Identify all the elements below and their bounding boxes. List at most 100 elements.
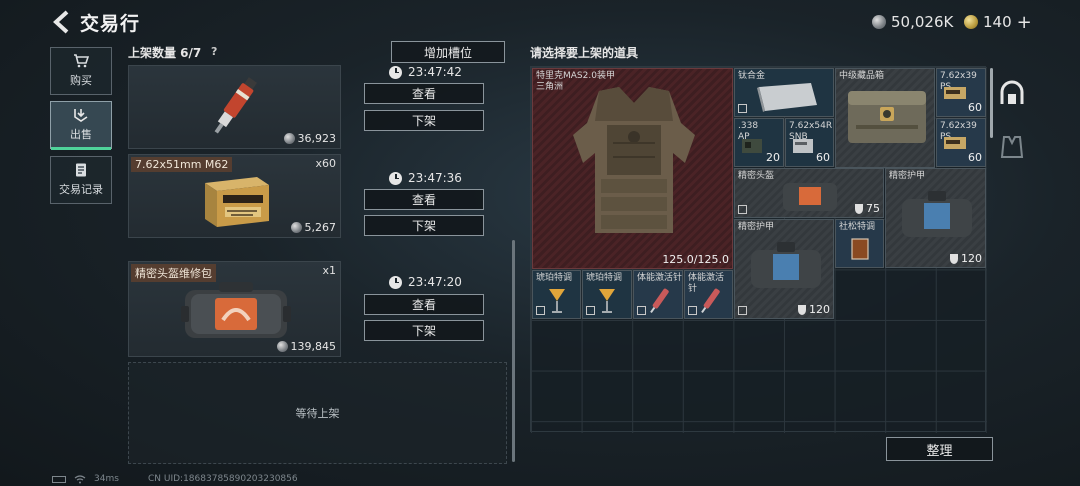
clock-icon (389, 275, 402, 289)
backpack-icon[interactable] (998, 80, 1026, 108)
durability: 75 (855, 202, 880, 215)
silver-currency-value: 50,026K (891, 13, 954, 31)
tag-icon (586, 306, 595, 315)
inventory-item-whisky[interactable]: 社松特调 (835, 219, 884, 268)
inventory-item-cocktail[interactable]: 琥珀特调 (582, 270, 632, 319)
item-label: 社松特调 (839, 222, 876, 232)
ping-value: 34ms (94, 474, 119, 484)
cocktail-icon (599, 289, 615, 313)
inventory-item-ammo-ps[interactable]: 7.62x39 PS 60 (936, 118, 986, 167)
listing-price: 139,845 (276, 340, 337, 353)
listing-quantity: x60 (315, 157, 336, 170)
listing-timer: 23:47:20 (389, 275, 462, 289)
helmet-kit-image (783, 183, 837, 211)
sort-button[interactable]: 整理 (886, 437, 993, 461)
item-label: 琥珀特调 (586, 273, 623, 283)
body-armor-image (573, 87, 695, 233)
view-button[interactable]: 查看 (364, 83, 484, 104)
view-button[interactable]: 查看 (364, 189, 484, 210)
silver-coin-icon (872, 15, 886, 29)
view-button[interactable]: 查看 (364, 294, 484, 315)
vest-icon[interactable] (998, 133, 1026, 161)
tag-icon (738, 306, 747, 315)
item-label: 精密头盔 (738, 171, 775, 181)
listing-price-value: 36,923 (297, 132, 337, 145)
durability-value: 120 (809, 303, 830, 316)
item-label: 中级藏品箱 (839, 71, 885, 81)
listing-quantity: x1 (322, 264, 336, 277)
inventory-item-armor-kit[interactable]: 精密护甲 120 (885, 168, 986, 268)
add-currency-button[interactable]: + (1017, 12, 1032, 33)
tag-icon (738, 205, 747, 214)
inventory-scrollbar[interactable] (990, 68, 993, 138)
tag-icon (738, 104, 747, 113)
listing-timer-value: 23:47:20 (408, 275, 462, 289)
inventory-item-helmet-kit[interactable]: 精密头盔 75 (734, 168, 884, 218)
add-slot-button[interactable]: 增加槽位 (391, 41, 505, 63)
collection-box-image (848, 91, 926, 143)
item-label: 琥珀特调 (536, 273, 573, 283)
injector-icon (650, 288, 669, 314)
inventory-item-ammo-ps[interactable]: 7.62x39 PS 60 (936, 68, 986, 117)
item-count: 60 (968, 101, 982, 114)
delist-button[interactable]: 下架 (364, 320, 484, 341)
item-label: 体能激活针 (637, 273, 683, 283)
inventory-item-ammo-54r[interactable]: 7.62x54R SNB 60 (785, 118, 834, 167)
gold-currency-value: 140 (983, 13, 1012, 31)
sell-icon (74, 109, 88, 122)
repair-kit-image (181, 282, 291, 338)
listing-item-ammo[interactable]: 7.62x51mm M62 x60 5,267 (128, 154, 341, 238)
shield-icon (798, 304, 806, 315)
nav-records[interactable]: 交易记录 (50, 156, 112, 204)
listing-price-value: 5,267 (304, 221, 337, 234)
listing-scrollbar[interactable] (512, 240, 515, 462)
back-arrow-icon[interactable] (50, 9, 74, 35)
inventory-title: 请选择要上架的道具 (530, 46, 639, 60)
item-label: 精密护甲 (889, 171, 926, 181)
listing-name: 7.62x51mm M62 (131, 157, 233, 172)
nav-sell[interactable]: 出售 (50, 101, 112, 150)
shield-icon (950, 253, 958, 264)
empty-slot-label: 等待上架 (295, 407, 340, 420)
inventory-item-injector[interactable]: 体能激活针 (684, 270, 733, 319)
clock-icon (389, 65, 402, 79)
listing-timer: 23:47:36 (389, 171, 462, 185)
inventory-item-armor-kit[interactable]: 精密护甲 120 (734, 219, 834, 319)
nav-buy-label: 购买 (70, 74, 92, 87)
inventory-item-cocktail[interactable]: 琥珀特调 (532, 270, 581, 319)
help-icon[interactable]: ? (211, 45, 217, 58)
ammo-box-icon (944, 87, 966, 99)
listing-price: 36,923 (283, 132, 337, 145)
listing-price-value: 139,845 (290, 340, 337, 353)
listing-count-label: 上架数量 6/7 (128, 46, 202, 60)
tag-icon (536, 306, 545, 315)
ammo-box-image (205, 177, 269, 227)
inventory-item-armor[interactable]: 特里克MAS2.0装甲 三角洲 125.0/125.0 (532, 68, 733, 269)
listing-price: 5,267 (290, 221, 337, 234)
status-bar: 34ms (52, 474, 119, 484)
gold-coin-icon (964, 15, 978, 29)
inventory-item-mid-box[interactable]: 中级藏品箱 (835, 68, 935, 168)
ammo-case-icon (742, 139, 762, 153)
listing-item-injector[interactable]: 36,923 (128, 65, 341, 149)
page-title: 交易行 (80, 13, 141, 35)
inventory-item-injector[interactable]: 体能激活针 (633, 270, 683, 319)
inventory-item-ammo-338[interactable]: .338 AP 20 (734, 118, 784, 167)
listing-item-repair-kit[interactable]: 精密头盔维修包 x1 139,845 (128, 261, 341, 357)
nav-buy[interactable]: 购买 (50, 47, 112, 95)
delist-button[interactable]: 下架 (364, 110, 484, 131)
delist-button[interactable]: 下架 (364, 215, 484, 236)
injector-item-image (214, 77, 258, 134)
durability: 120 (950, 252, 982, 265)
injector-icon (701, 288, 720, 314)
silver-coin-icon (276, 341, 288, 352)
durability-value: 120 (961, 252, 982, 265)
shield-icon (855, 203, 863, 214)
durability: 120 (798, 303, 830, 316)
empty-listing-slot[interactable]: 等待上架 (128, 362, 507, 464)
clock-icon (389, 171, 402, 185)
inventory-item-titanium[interactable]: 钛合金 (734, 68, 834, 117)
user-uid: CN UID:18683785890203230856 (148, 474, 298, 484)
listing-timer: 23:47:42 (389, 65, 462, 79)
cart-icon (74, 54, 89, 68)
